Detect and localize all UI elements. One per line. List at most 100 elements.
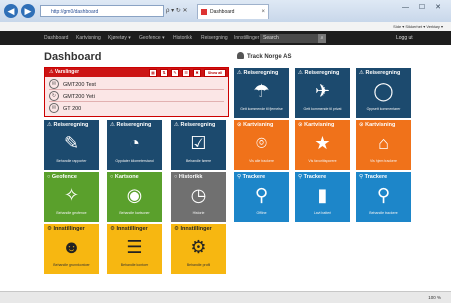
alert-refresh-icon: ↻ [49,91,59,101]
globe-icon: ◉ [126,185,143,205]
tile-trackere-manage[interactable]: ⚲ Trackere ⚲ Behandle trackere [356,172,411,222]
comment-icon: ◯ [373,81,394,101]
tile-innstillinger-users[interactable]: ⚙ Innstillinger ☻ Behandle grunnkontoer [44,224,99,274]
alert-message: GMT200 Yeti [63,94,95,100]
clock-icon: ◷ [190,185,207,205]
alert-mail-icon: ✉ [49,79,59,89]
tile-subtitle: Behandle grunnkontoer [53,263,90,267]
driver-icon: ☑ [190,133,207,153]
forward-button[interactable]: ▶ [21,4,35,18]
tile-subtitle: Historie [192,211,205,215]
alert-message: GMT200 Test [63,82,96,88]
tile-geofence[interactable]: ○ Geofence ✧ Behandle geofence [44,172,99,222]
command-menu[interactable]: Side ▾ Sikkerhet ▾ Verktøy ▾ [393,22,443,31]
logout-link[interactable]: Logg ut [396,31,413,45]
tab-close-icon[interactable]: × [261,5,265,20]
tile-subtitle: Behandle førere [185,159,212,163]
tile-subtitle: Behandle profil [186,263,211,267]
tile-label: ⚠ Reiseregning [237,70,279,76]
alert-item[interactable]: ✉ GMT200 Test [49,78,224,90]
tile-label: ⚠ Reiseregning [47,122,89,128]
alert-item[interactable]: ↻ GMT200 Yeti [49,90,224,102]
alerts-sort-button[interactable]: ⇅ [160,69,168,77]
alerts-grid-button[interactable]: ▦ [149,69,157,77]
tile-reiseregning-beach[interactable]: ⚠ Reiseregning ✈ Gett kommende til priva… [295,68,350,118]
tile-label: ⚠ Reiseregning [110,122,152,128]
tracker-icon: ⚲ [376,185,391,205]
tab-title: Dashboard [210,9,235,15]
tile-reiseregning-odometer[interactable]: ⚠ Reiseregning ◔ Oppdater kilometerstand [107,120,162,170]
tile-subtitle: Behandle kontoer [120,263,149,267]
nav-geofence[interactable]: Geofence ▾ [139,31,165,45]
tile-label: ⚲ Trackere [298,174,327,180]
alert-mail-icon: ✉ [49,103,59,113]
nav-kartvisning[interactable]: Kartvisning [76,31,101,45]
nav-dashboard[interactable]: Dashboard [44,31,68,45]
alerts-list-button[interactable]: ☰ [182,69,190,77]
tile-label: ⚠ Reiseregning [359,70,401,76]
tile-trackere-battery[interactable]: ⚲ Trackere ▮ Lavt batteri [295,172,350,222]
tile-kartvisning-favorites[interactable]: ⊙ Kartvisning ★ Vis favorittsporere [295,120,350,170]
tile-subtitle: Gett kommende til privat [303,107,342,111]
tile-subtitle: Vis hjem trackere [370,159,397,163]
warning-icon: ⚠ [49,69,54,75]
tile-label: ⚲ Trackere [237,174,266,180]
battery-icon: ▮ [317,185,328,205]
company-label: Track Norge AS [247,54,292,60]
tile-subtitle: Behandle trackere [369,211,398,215]
tile-subtitle: Oppdater kilometerstand [115,159,154,163]
edit-icon: ✎ [63,133,80,153]
tile-subtitle: Behandle geofence [56,211,87,215]
list-icon: ☰ [126,237,143,257]
tile-label: ⚲ Trackere [359,174,388,180]
nav-innstillinger[interactable]: Innstillinger [234,31,259,45]
tile-reiseregning-private[interactable]: ⚠ Reiseregning ☂ Gett kommende til fjern… [234,68,289,118]
show-all-button[interactable]: Show all [204,69,226,77]
tile-subtitle: Vis favorittsporere [308,159,337,163]
tile-subtitle: Vis alle trackere [249,159,274,163]
tile-label: ⚠ Reiseregning [174,122,216,128]
tile-label: ⚠ Reiseregning [298,70,340,76]
tile-subtitle: Offline [256,211,267,215]
tile-label: ○ Geofence [47,174,77,180]
window-controls[interactable]: — ☐ ✕ [402,3,445,11]
tile-label: ⊙ Kartvisning [298,122,335,128]
tile-reiseregning-comments[interactable]: ⚠ Reiseregning ◯ Oppsett kommentarer [356,68,411,118]
address-controls[interactable]: ρ ▾ ↻ ✕ [166,5,187,17]
tile-subtitle: Behandle kartsoner [119,211,150,215]
alerts-header: ⚠ Varslinger ▦ ⇅ ✎ ☰ ✖ Show all [45,68,228,77]
alerts-edit-button[interactable]: ✎ [171,69,179,77]
tile-kartvisning-all[interactable]: ⊙ Kartvisning ⌾ Vis alle trackere [234,120,289,170]
tile-historikk[interactable]: ○ Historikk ◷ Historie [171,172,226,222]
page-title: Dashboard [44,51,102,63]
company-name: Track Norge AS [237,52,291,60]
search-input[interactable]: Search [260,34,326,43]
tile-label: ○ Kartsone [110,174,139,180]
alerts-panel: ⚠ Varslinger ▦ ⇅ ✎ ☰ ✖ Show all ✉ GMT200… [44,67,229,117]
tile-reiseregning-reports[interactable]: ⚠ Reiseregning ✎ Behandle rapporter [44,120,99,170]
beach-icon: ✈ [314,81,331,101]
alerts-close-button[interactable]: ✖ [193,69,201,77]
tile-trackere-offline[interactable]: ⚲ Trackere ⚲ Offline [234,172,289,222]
gear-icon: ⚙ [190,237,207,257]
tile-innstillinger-profile[interactable]: ⚙ Innstillinger ⚙ Behandle profil [171,224,226,274]
tile-kartvisning-home[interactable]: ⊙ Kartvisning ⌂ Vis hjem trackere [356,120,411,170]
nav-kjoretoy[interactable]: Kjøretøy ▾ [108,31,131,45]
back-button[interactable]: ◀ [4,4,18,18]
tile-reiseregning-drivers[interactable]: ⚠ Reiseregning ☑ Behandle førere [171,120,226,170]
alert-item[interactable]: ✉ GT 200 [49,102,224,113]
nav-historikk[interactable]: Historikk [173,31,192,45]
zoom-level[interactable]: 100 % [428,292,441,303]
geofence-icon: ✧ [63,185,80,205]
home-icon: ⌂ [378,133,389,153]
nav-reiseregning[interactable]: Reisergning [201,31,228,45]
search-icon[interactable]: ⌕ [318,34,326,43]
map-pin-icon: ⌾ [256,133,267,153]
main-navbar: Dashboard Kartvisning Kjøretøy ▾ Geofenc… [0,31,451,45]
browser-tab[interactable]: Dashboard × [197,4,269,19]
tile-kartsone[interactable]: ○ Kartsone ◉ Behandle kartsoner [107,172,162,222]
tile-innstillinger-accounts[interactable]: ⚙ Innstillinger ☰ Behandle kontoer [107,224,162,274]
address-bar[interactable]: http://gm0/dashboard [40,5,164,17]
tile-subtitle: Oppsett kommentarer [366,107,401,111]
alert-message: GT 200 [63,106,82,112]
